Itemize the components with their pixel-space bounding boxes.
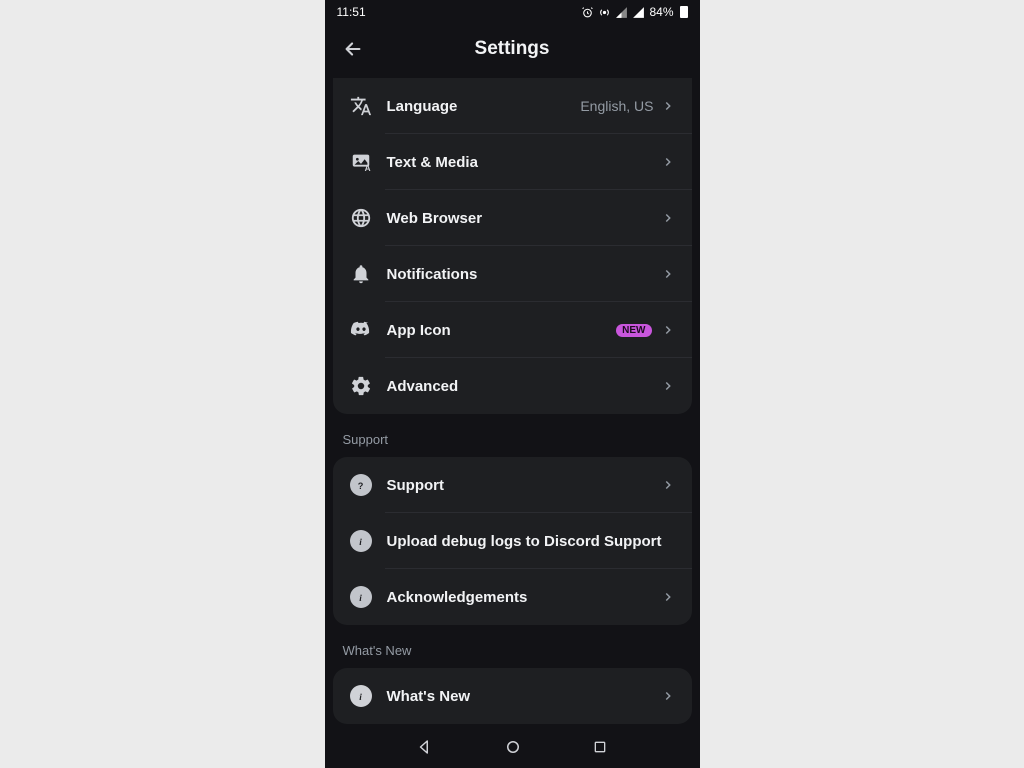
chevron-right-icon <box>660 322 676 338</box>
advanced-icon <box>349 374 373 398</box>
settings-scroll[interactable]: Language English, US A Text & Media <box>325 74 700 730</box>
row-advanced-label: Advanced <box>387 378 660 395</box>
acknowledgements-icon: i <box>349 585 373 609</box>
svg-text:i: i <box>359 592 362 602</box>
support-icon: ? <box>349 473 373 497</box>
chevron-right-icon <box>660 688 676 704</box>
row-text-media[interactable]: A Text & Media <box>333 134 692 190</box>
back-button[interactable] <box>341 37 365 61</box>
language-icon <box>349 94 373 118</box>
svg-text:A: A <box>364 164 370 173</box>
nav-back-button[interactable] <box>416 738 434 761</box>
chevron-right-icon <box>660 98 676 114</box>
section-header-support: Support <box>333 432 692 457</box>
row-support-label: Support <box>387 477 660 494</box>
battery-icon <box>680 6 688 18</box>
alarm-icon <box>581 6 594 19</box>
whats-new-icon: i <box>349 684 373 708</box>
settings-section-app: Language English, US A Text & Media <box>333 78 692 414</box>
web-browser-icon <box>349 206 373 230</box>
row-text-media-label: Text & Media <box>387 154 660 171</box>
row-support[interactable]: ? Support <box>333 457 692 513</box>
signal-icon-1 <box>615 6 628 19</box>
status-bar: 11:51 84% <box>325 0 700 24</box>
app-header: Settings <box>325 24 700 74</box>
system-nav-bar <box>325 730 700 768</box>
settings-section-whats-new: i What's New <box>333 668 692 724</box>
nav-recent-button[interactable] <box>592 739 608 760</box>
row-notifications[interactable]: Notifications <box>333 246 692 302</box>
battery-pct: 84% <box>649 5 673 19</box>
row-upload-logs[interactable]: i Upload debug logs to Discord Support <box>333 513 692 569</box>
svg-text:i: i <box>359 536 362 546</box>
hotspot-icon <box>598 6 611 19</box>
row-whats-new[interactable]: i What's New <box>333 668 692 724</box>
row-language[interactable]: Language English, US <box>333 78 692 134</box>
row-upload-logs-label: Upload debug logs to Discord Support <box>387 533 676 550</box>
nav-home-button[interactable] <box>504 738 522 761</box>
new-badge: NEW <box>616 324 651 337</box>
row-app-icon[interactable]: App Icon NEW <box>333 302 692 358</box>
row-language-label: Language <box>387 98 581 115</box>
chevron-right-icon <box>660 266 676 282</box>
upload-logs-icon: i <box>349 529 373 553</box>
row-acknowledgements[interactable]: i Acknowledgements <box>333 569 692 625</box>
chevron-right-icon <box>660 378 676 394</box>
row-language-value: English, US <box>580 98 653 114</box>
svg-text:i: i <box>359 691 362 701</box>
chevron-right-icon <box>660 589 676 605</box>
row-notifications-label: Notifications <box>387 266 660 283</box>
text-media-icon: A <box>349 150 373 174</box>
phone-frame: 11:51 84% Settings <box>325 0 700 768</box>
row-advanced[interactable]: Advanced <box>333 358 692 414</box>
svg-text:?: ? <box>358 480 364 490</box>
notifications-icon <box>349 262 373 286</box>
app-icon-icon <box>349 318 373 342</box>
page-title: Settings <box>325 38 700 60</box>
status-indicators: 84% <box>581 5 687 19</box>
row-app-icon-label: App Icon <box>387 322 617 339</box>
row-acknowledgements-label: Acknowledgements <box>387 589 660 606</box>
row-web-browser-label: Web Browser <box>387 210 660 227</box>
chevron-right-icon <box>660 154 676 170</box>
status-time: 11:51 <box>337 5 366 19</box>
section-header-whats-new: What's New <box>333 643 692 668</box>
chevron-right-icon <box>660 477 676 493</box>
chevron-right-icon <box>660 210 676 226</box>
signal-icon-2 <box>632 6 645 19</box>
settings-section-support: ? Support i Upload debug logs to Discord… <box>333 457 692 625</box>
row-whats-new-label: What's New <box>387 688 660 705</box>
row-web-browser[interactable]: Web Browser <box>333 190 692 246</box>
